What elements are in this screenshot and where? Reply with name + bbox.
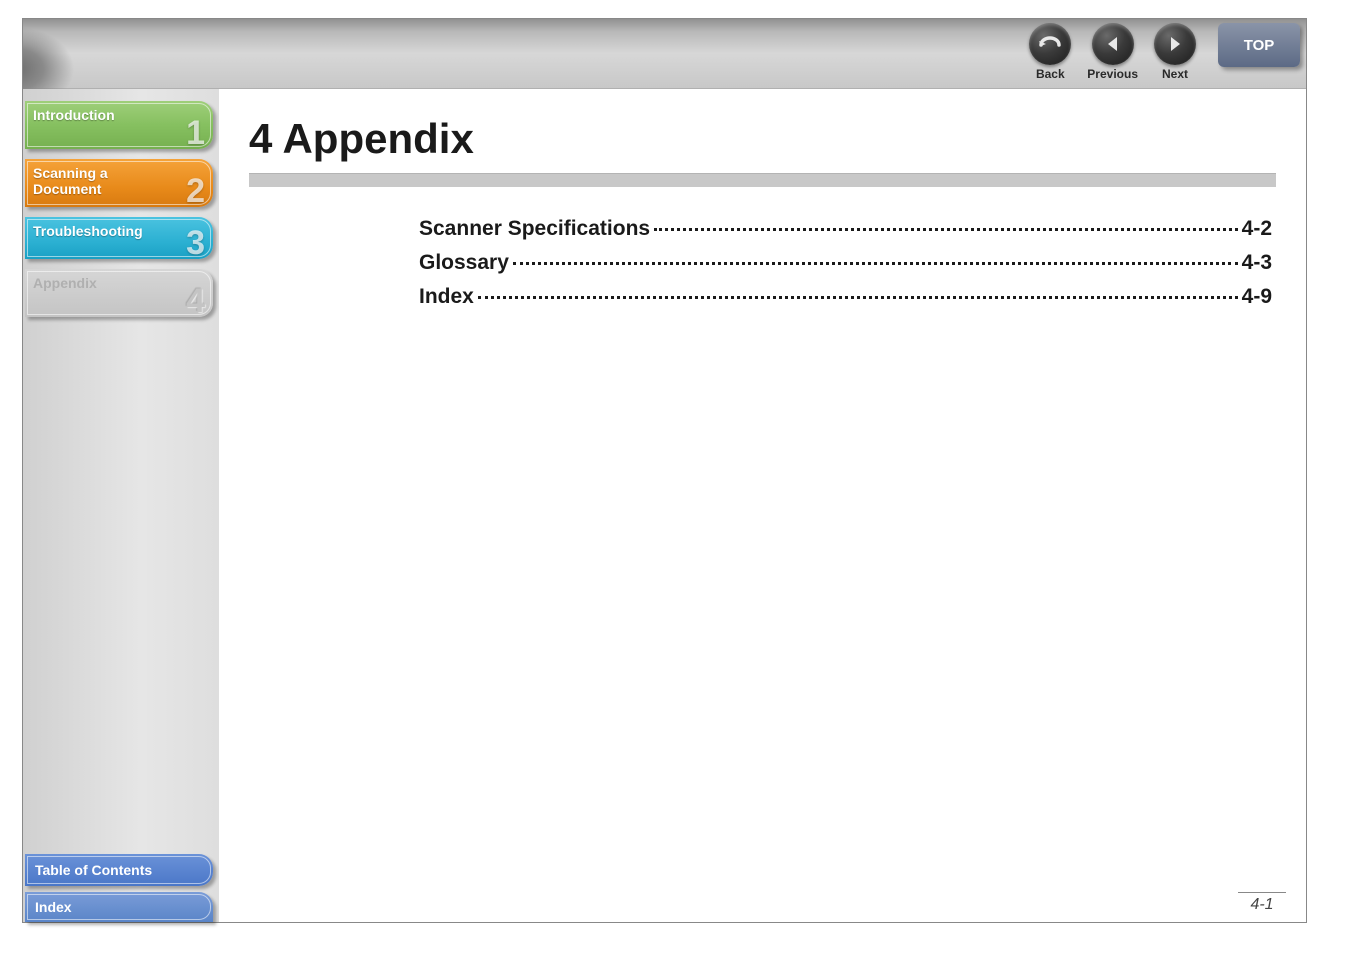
previous-icon xyxy=(1092,23,1134,65)
sidebar: Introduction 1 Scanning a Document 2 Tro… xyxy=(23,89,219,922)
page-title: 4 Appendix xyxy=(249,115,1276,163)
tab-label: Troubleshooting xyxy=(33,223,143,239)
toc-title: Scanner Specifications xyxy=(419,217,650,241)
next-label: Next xyxy=(1162,67,1188,81)
content-area: 4 Appendix Scanner Specifications 4-2 Gl… xyxy=(219,89,1306,922)
next-button[interactable]: Next xyxy=(1154,23,1196,81)
tab-number: 3 xyxy=(186,224,205,263)
sidebar-tab-introduction[interactable]: Introduction 1 xyxy=(25,101,213,149)
title-underline xyxy=(249,173,1276,187)
tab-number: 1 xyxy=(186,114,205,153)
toc-button-label: Table of Contents xyxy=(35,862,152,878)
toc-title: Index xyxy=(419,285,474,309)
toc-title: Glossary xyxy=(419,251,509,275)
tab-label: Introduction xyxy=(33,107,115,123)
toc-list: Scanner Specifications 4-2 Glossary 4-3 … xyxy=(419,217,1272,309)
page-container: Back Previous Next TOP xyxy=(22,18,1307,923)
previous-button[interactable]: Previous xyxy=(1087,23,1138,81)
top-nav: Back Previous Next TOP xyxy=(1029,23,1306,87)
toc-dots xyxy=(513,262,1238,265)
next-icon xyxy=(1154,23,1196,65)
top-bar-decoration xyxy=(23,19,85,89)
tab-label: Appendix xyxy=(33,275,97,291)
tab-number: 2 xyxy=(186,172,205,211)
top-button-label: TOP xyxy=(1244,37,1275,54)
page-number: 4-1 xyxy=(1238,892,1286,914)
toc-item-index[interactable]: Index 4-9 xyxy=(419,285,1272,309)
back-label: Back xyxy=(1036,67,1065,81)
sidebar-tab-troubleshooting[interactable]: Troubleshooting 3 xyxy=(25,217,213,259)
toc-page: 4-3 xyxy=(1242,251,1272,275)
sidebar-bottom-tabs: Table of Contents Index xyxy=(23,848,219,922)
back-button[interactable]: Back xyxy=(1029,23,1071,81)
toc-item-scanner-specifications[interactable]: Scanner Specifications 4-2 xyxy=(419,217,1272,241)
table-of-contents-button[interactable]: Table of Contents xyxy=(25,854,213,886)
tab-number: 4 xyxy=(186,282,205,321)
sidebar-tab-appendix[interactable]: Appendix 4 xyxy=(25,269,213,317)
toc-dots xyxy=(478,296,1238,299)
body-area: Introduction 1 Scanning a Document 2 Tro… xyxy=(23,89,1306,922)
toc-page: 4-2 xyxy=(1242,217,1272,241)
toc-dots xyxy=(654,228,1238,231)
top-button[interactable]: TOP xyxy=(1218,23,1300,67)
back-icon xyxy=(1029,23,1071,65)
toc-page: 4-9 xyxy=(1242,285,1272,309)
previous-label: Previous xyxy=(1087,67,1138,81)
sidebar-tab-scanning[interactable]: Scanning a Document 2 xyxy=(25,159,213,207)
index-button[interactable]: Index xyxy=(25,892,213,922)
tab-label: Scanning a Document xyxy=(33,165,108,197)
toc-item-glossary[interactable]: Glossary 4-3 xyxy=(419,251,1272,275)
index-button-label: Index xyxy=(35,899,72,915)
top-bar: Back Previous Next TOP xyxy=(23,19,1306,89)
